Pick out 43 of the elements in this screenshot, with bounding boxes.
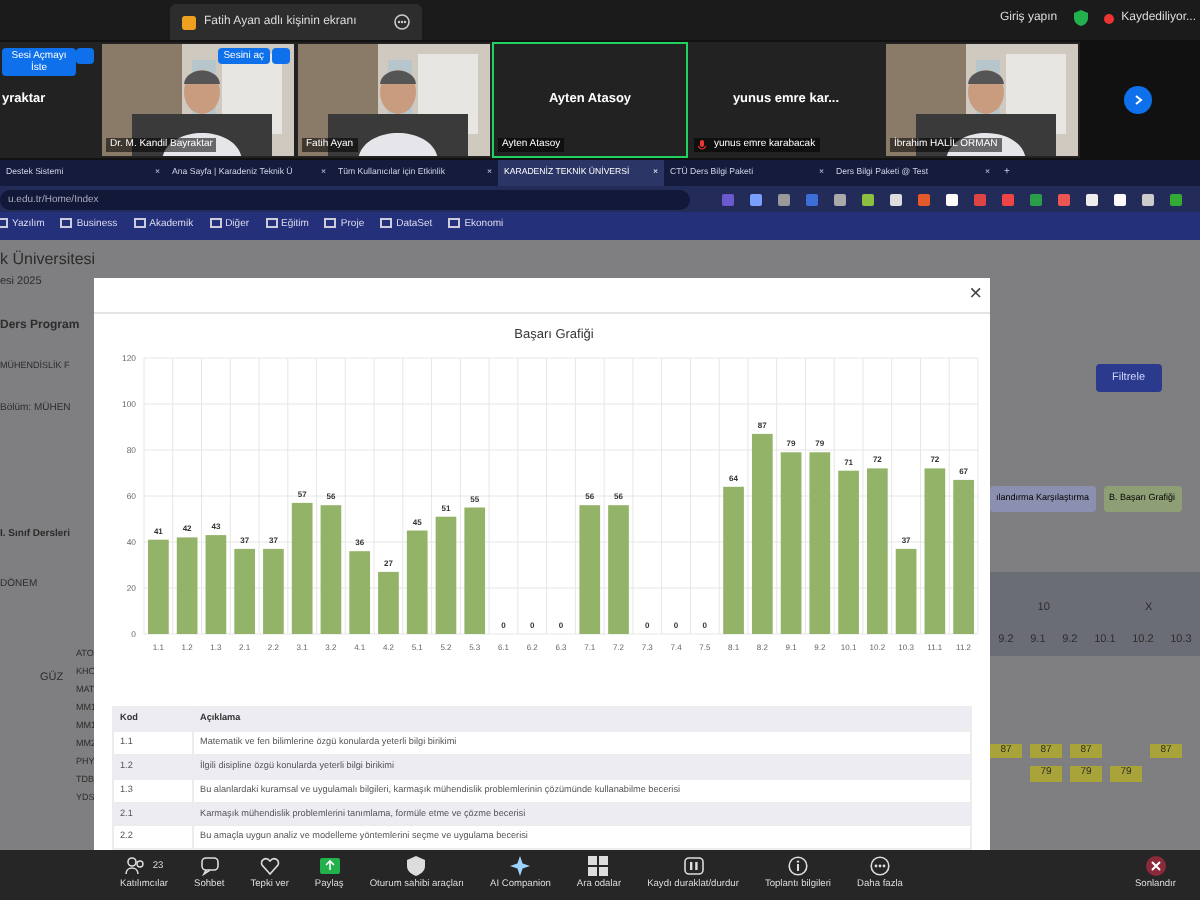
share-icon bbox=[319, 856, 340, 877]
bar bbox=[291, 502, 313, 634]
more-icon[interactable] bbox=[394, 14, 411, 30]
shield-icon bbox=[406, 856, 427, 877]
grid-icon bbox=[588, 856, 609, 877]
extension-icon[interactable] bbox=[862, 193, 874, 205]
chevron-right-icon bbox=[1132, 94, 1144, 106]
extension-icon[interactable] bbox=[946, 193, 958, 205]
bar bbox=[608, 505, 629, 634]
sparkle-icon bbox=[510, 856, 531, 877]
people-icon bbox=[124, 856, 145, 877]
bar bbox=[349, 551, 371, 634]
close-button[interactable]: × bbox=[961, 284, 990, 306]
bar bbox=[205, 535, 227, 634]
bar bbox=[378, 571, 399, 634]
extension-icon[interactable] bbox=[1086, 193, 1098, 205]
more-icon bbox=[869, 856, 890, 877]
more-button[interactable] bbox=[76, 48, 94, 64]
info-icon bbox=[787, 856, 808, 877]
chat-icon bbox=[199, 856, 220, 877]
shield-icon bbox=[1073, 10, 1088, 26]
heart-icon bbox=[259, 856, 280, 877]
recording-icon bbox=[1103, 13, 1114, 23]
bar bbox=[148, 539, 169, 634]
extension-icon[interactable] bbox=[834, 193, 846, 205]
share-screen-icon bbox=[182, 15, 196, 29]
bar bbox=[176, 537, 198, 634]
extension-icon[interactable] bbox=[1142, 193, 1154, 205]
extension-icon[interactable] bbox=[750, 193, 762, 205]
bar bbox=[320, 505, 342, 634]
pause-stop-icon bbox=[683, 856, 703, 877]
bar bbox=[406, 530, 428, 634]
university-title: k Üniversitesi bbox=[0, 248, 94, 272]
close-icon bbox=[1145, 856, 1166, 877]
bar bbox=[579, 505, 601, 634]
bar bbox=[234, 548, 255, 634]
extension-icon[interactable] bbox=[1114, 193, 1126, 205]
bar bbox=[895, 548, 917, 634]
bar bbox=[464, 507, 486, 634]
extension-icon[interactable] bbox=[890, 193, 902, 205]
bar bbox=[263, 548, 284, 634]
next-page-button[interactable] bbox=[1124, 86, 1152, 114]
bar bbox=[435, 516, 457, 634]
